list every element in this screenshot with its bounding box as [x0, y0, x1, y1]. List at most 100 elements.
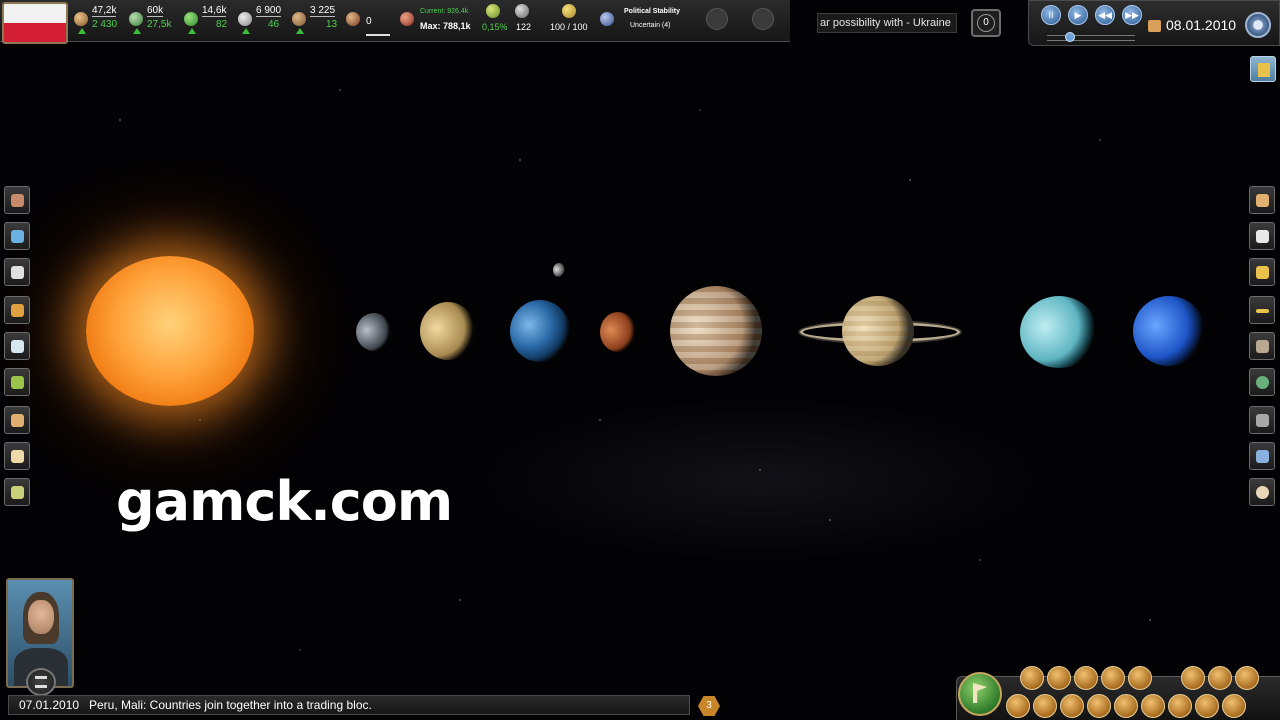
organization-button[interactable]: [1249, 222, 1275, 250]
moon[interactable]: [553, 263, 565, 277]
research-icon: [11, 340, 24, 353]
action-button-16[interactable]: [1195, 694, 1219, 718]
government-icon[interactable]: [26, 668, 56, 696]
flag-white-stripe: [4, 4, 66, 23]
planet-earth[interactable]: [510, 300, 570, 362]
research-button[interactable]: [4, 332, 30, 360]
leader-button[interactable]: [1249, 258, 1275, 286]
sun[interactable]: [86, 256, 254, 406]
stat-value: 6 900: [256, 5, 282, 17]
planet-venus[interactable]: [420, 302, 476, 360]
stat-growth[interactable]: 0,15%: [480, 4, 510, 36]
action-button-17[interactable]: [1222, 694, 1246, 718]
pause-icon[interactable]: II: [1041, 5, 1061, 25]
action-button-3[interactable]: [1074, 666, 1098, 690]
buildings-button[interactable]: [4, 406, 30, 434]
rewind-icon[interactable]: ◀◀: [1095, 5, 1115, 25]
stat-delta: 82: [216, 19, 228, 30]
action-button-1[interactable]: [1020, 666, 1044, 690]
fast-forward-icon[interactable]: ▶▶: [1122, 5, 1142, 25]
main-action-button[interactable]: [958, 672, 1002, 716]
action-button-4[interactable]: [1101, 666, 1125, 690]
more-button[interactable]: [1249, 296, 1275, 324]
news-bar[interactable]: 07.01.2010 Peru, Mali: Countries join to…: [8, 695, 690, 715]
stat-population[interactable]: 60k 27,5k: [129, 4, 179, 36]
laws-button[interactable]: [4, 442, 30, 470]
people-icon: [1256, 450, 1269, 463]
action-button-13[interactable]: [1114, 694, 1138, 718]
stat-research[interactable]: 122: [512, 4, 534, 36]
play-icon[interactable]: ▶: [1068, 5, 1088, 25]
research-value: 122: [516, 22, 532, 32]
ticker-text: ar possibility with - Ukraine: [820, 17, 951, 29]
notification-count: 0: [977, 14, 995, 32]
news-text: Peru, Mali: Countries join together into…: [89, 698, 372, 712]
news-ticker[interactable]: ar possibility with - Ukraine: [817, 13, 957, 33]
lightbulb-icon[interactable]: [706, 8, 728, 30]
skull-icon: [1256, 486, 1269, 499]
planet-neptune[interactable]: [1133, 296, 1205, 366]
stat-goods[interactable]: 3 225 13: [292, 4, 342, 36]
research-icon: [515, 4, 529, 18]
military-value: 0: [366, 16, 372, 27]
action-button-8[interactable]: [1235, 666, 1259, 690]
action-button-2[interactable]: [1047, 666, 1071, 690]
laurel-button[interactable]: [4, 368, 30, 396]
soldier-icon: [1256, 340, 1269, 353]
army-button[interactable]: [1249, 332, 1275, 360]
action-button-14[interactable]: [1141, 694, 1165, 718]
action-button-6[interactable]: [1181, 666, 1205, 690]
resource-bar: 47,2k 2 430 60k 27,5k 14,6k 82 6 900 46 …: [0, 0, 790, 44]
happiness-value: 100 / 100: [550, 22, 588, 32]
threat-button[interactable]: [1249, 478, 1275, 506]
budget-current: Current: 926,4k: [420, 8, 469, 15]
planet-saturn[interactable]: [842, 296, 914, 366]
planet-mars[interactable]: [600, 312, 636, 352]
speed-slider-track[interactable]: [1047, 35, 1135, 41]
alert-icon[interactable]: [752, 8, 774, 30]
achievements-button[interactable]: [4, 296, 30, 324]
stat-money[interactable]: 47,2k 2 430: [74, 4, 124, 36]
espionage-button[interactable]: [1249, 406, 1275, 434]
stat-value: 3 225: [310, 5, 336, 17]
stat-stability[interactable]: Political Stability Uncertain (4): [600, 4, 690, 36]
action-button-9[interactable]: [1006, 694, 1030, 718]
budget-icon: [400, 12, 414, 26]
leader-icon: [1256, 266, 1269, 279]
up-arrow-icon: [133, 28, 141, 34]
map-icon: [11, 486, 24, 499]
happiness-icon: [562, 4, 576, 18]
action-button-12[interactable]: [1087, 694, 1111, 718]
action-button-15[interactable]: [1168, 694, 1192, 718]
population-button[interactable]: [4, 258, 30, 286]
trade-button[interactable]: [1249, 186, 1275, 214]
settings-gear-icon[interactable]: [1245, 12, 1271, 38]
notes-button[interactable]: [1250, 56, 1276, 82]
stat-livestock[interactable]: 6 900 46: [238, 4, 288, 36]
stability-icon: [600, 12, 614, 26]
stat-agriculture[interactable]: 14,6k 82: [184, 4, 234, 36]
planet-jupiter[interactable]: [670, 286, 762, 376]
stat-budget[interactable]: Current: 926,4k Max: 788,1k: [400, 4, 480, 36]
map-button[interactable]: [4, 478, 30, 506]
world-button[interactable]: [1249, 368, 1275, 396]
stat-happiness[interactable]: 100 / 100: [548, 4, 592, 36]
economy-button[interactable]: [4, 222, 30, 250]
country-flag[interactable]: [2, 2, 68, 44]
action-button-10[interactable]: [1033, 694, 1057, 718]
action-button-11[interactable]: [1060, 694, 1084, 718]
more-icon: [1256, 309, 1269, 313]
watermark-text: gamck.com: [116, 470, 453, 533]
stat-military[interactable]: 0: [346, 4, 390, 36]
action-button-5[interactable]: [1128, 666, 1152, 690]
action-button-7[interactable]: [1208, 666, 1232, 690]
up-arrow-icon: [242, 28, 250, 34]
diplomacy-button[interactable]: [4, 186, 30, 214]
citizens-button[interactable]: [1249, 442, 1275, 470]
planet-uranus[interactable]: [1020, 296, 1098, 368]
stat-value: 47,2k: [92, 5, 117, 17]
notification-counter[interactable]: 0: [971, 9, 1001, 37]
speed-slider-knob[interactable]: [1065, 32, 1075, 42]
planet-mercury[interactable]: [356, 313, 392, 351]
growth-value: 0,15%: [482, 22, 508, 32]
